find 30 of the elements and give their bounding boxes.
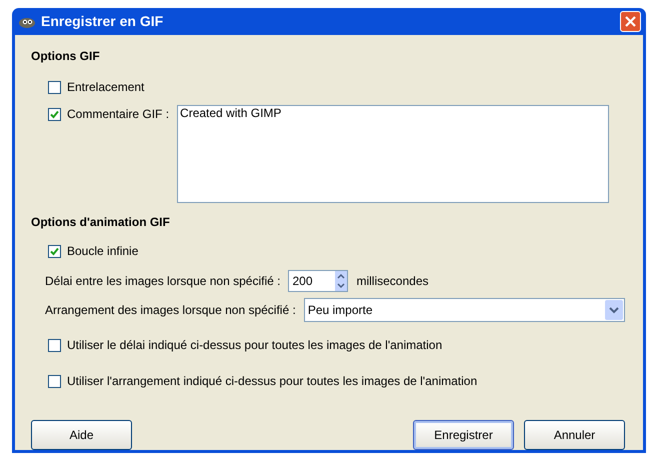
checkbox-label: Commentaire GIF : <box>67 106 170 123</box>
close-icon <box>625 16 636 27</box>
checkbox[interactable] <box>48 338 61 352</box>
field-label: Délai entre les images lorsque non spécifié : <box>45 273 280 290</box>
check-icon <box>50 110 59 118</box>
dropdown-value: Peu importe <box>306 302 374 319</box>
chevron-down-icon <box>605 300 623 320</box>
window-title: Enregistrer en GIF <box>41 12 164 31</box>
checkbox[interactable] <box>48 108 61 120</box>
section-heading: Options GIF <box>31 48 101 65</box>
close-button[interactable] <box>620 11 641 32</box>
field-label: Arrangement des images lorsque non spécifié : <box>45 302 296 319</box>
checkbox[interactable] <box>48 374 61 388</box>
checkbox-label: Entrelacement <box>67 79 144 96</box>
check-icon <box>50 246 59 256</box>
unit-label: millisecondes <box>356 273 428 290</box>
comment-field[interactable]: Created with GIMP <box>177 105 610 203</box>
spin-field[interactable]: 200 <box>288 270 348 292</box>
checkbox-label: Boucle infinie <box>67 243 138 260</box>
section-heading: Options d'animation GIF <box>31 214 171 231</box>
dropdown[interactable]: Peu importe <box>304 298 625 322</box>
dialog-button[interactable]: Annuler <box>524 420 625 450</box>
spin-arrows-icon[interactable] <box>335 271 348 291</box>
dialog-button[interactable]: Enregistrer <box>413 420 514 450</box>
spin-value: 200 <box>291 273 314 290</box>
checkbox[interactable] <box>48 244 61 258</box>
checkbox-label: Utiliser l'arrangement indiqué ci-dessus pour toutes les images de l'animation <box>67 373 478 390</box>
checkbox[interactable] <box>48 80 61 94</box>
checkbox-label: Utiliser le délai indiqué ci-dessus pour toutes les images de l'animation <box>67 337 442 354</box>
dialog-button[interactable]: Aide <box>31 420 132 450</box>
